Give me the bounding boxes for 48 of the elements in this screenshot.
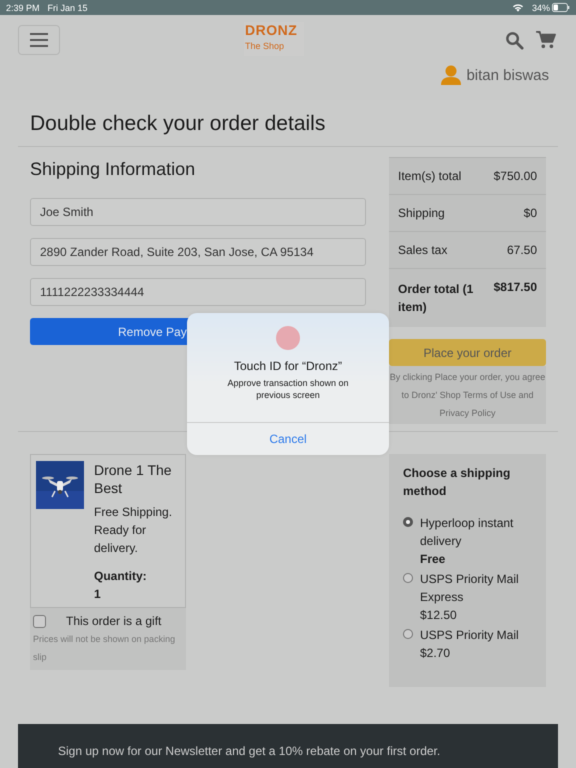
input-field[interactable]: 2890 Zander Road, Suite 203, San Jose, CA 95134 — [30, 238, 366, 266]
item-description: Free Shipping. Ready for delivery. — [94, 504, 174, 557]
user-name[interactable]: bitan biswas — [466, 66, 549, 84]
gift-note: Prices will not be shown on packing slip — [33, 633, 176, 664]
summary-label: Shipping — [398, 206, 445, 220]
summary-value: $817.50 — [494, 280, 537, 296]
shipping-option[interactable]: USPS Priority Mail — [420, 626, 519, 644]
summary-value: $0 — [524, 206, 537, 220]
radio-button[interactable] — [403, 629, 413, 639]
shipping-option[interactable]: Hyperloop instant delivery — [420, 514, 532, 550]
dialog-message: Approve transaction shown on previous screen — [226, 377, 350, 401]
shipping-price: $2.70 — [420, 645, 452, 662]
user-icon — [440, 65, 462, 85]
terms-note: By clicking Place your order, you agree to Dronz' Shop Terms of Use and Privacy Policy — [389, 366, 546, 424]
shipping-price: Free — [420, 551, 446, 568]
summary-label: Item(s) total — [398, 169, 462, 183]
summary-value: 67.50 — [506, 243, 537, 257]
radio-button[interactable] — [403, 517, 413, 527]
battery-icon — [552, 3, 570, 12]
gift-label: This order is a gift — [66, 614, 162, 628]
wifi-icon — [512, 3, 524, 12]
logo-title: DRONZ — [244, 22, 298, 38]
menu-icon — [29, 32, 49, 48]
section-heading: Shipping Information — [30, 159, 196, 180]
radio-button[interactable] — [403, 573, 413, 583]
summary-label: Sales tax — [398, 243, 448, 257]
newsletter-text: Sign up now for our Newsletter and get a 10% rebate on your first order. — [58, 744, 440, 758]
cart-icon[interactable] — [536, 31, 556, 49]
shipping-option[interactable]: USPS Priority Mail Express — [420, 570, 532, 606]
menu-button[interactable] — [18, 25, 60, 55]
gift-checkbox[interactable] — [33, 614, 46, 628]
battery-percent: 34% — [532, 2, 550, 12]
quantity-value: 1 — [94, 586, 102, 603]
search-icon[interactable] — [505, 30, 524, 50]
logo-subtitle: The Shop — [244, 41, 286, 51]
dialog-title: Touch ID for “Dronz” — [234, 359, 342, 373]
cancel-button[interactable]: Cancel — [187, 422, 389, 455]
input-field[interactable]: 1111222233334444 — [30, 278, 366, 306]
shipping-method-heading: Choose a shipping method — [403, 465, 512, 500]
summary-value: $750.00 — [494, 169, 537, 183]
quantity-label: Quantity: — [94, 568, 148, 585]
summary-label: Order total (1 item) — [398, 281, 474, 316]
page-title: Double check your order details — [18, 100, 558, 147]
item-name: Drone 1 The Best — [94, 461, 173, 497]
status-date: Fri Jan 15 — [48, 2, 88, 12]
status-time: 2:39 PM — [6, 2, 40, 12]
input-field[interactable]: Joe Smith — [30, 198, 366, 226]
shipping-price: $12.50 — [420, 607, 458, 624]
